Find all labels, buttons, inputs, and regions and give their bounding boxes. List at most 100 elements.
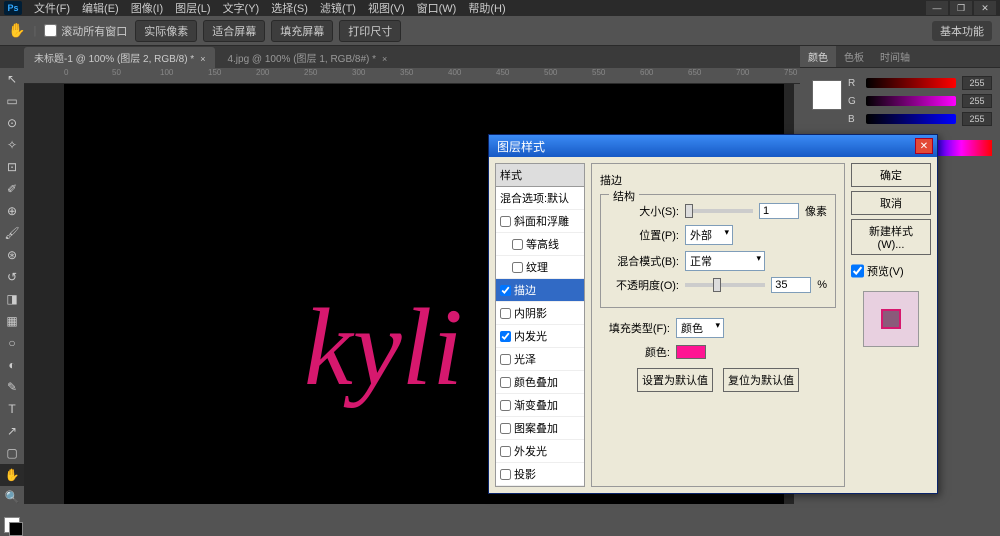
document-tab[interactable]: 未标题-1 @ 100% (图层 2, RGB/8) *× [24,47,215,68]
option-button[interactable]: 填充屏幕 [271,20,333,42]
channel-slider[interactable] [866,96,956,106]
menu-item[interactable]: 文件(F) [28,0,76,16]
workspace-selector[interactable]: 基本功能 [932,21,992,41]
type-tool[interactable]: T [0,398,24,420]
eyedropper-tool[interactable]: ✐ [0,178,24,200]
style-checkbox[interactable] [500,308,511,319]
healing-tool[interactable]: ⊕ [0,200,24,222]
dialog-titlebar[interactable]: 图层样式 ✕ [489,135,937,157]
shape-tool[interactable]: ▢ [0,442,24,464]
panel-tab[interactable]: 色板 [836,46,872,67]
menu-item[interactable]: 文字(Y) [217,0,266,16]
wand-tool[interactable]: ✧ [0,134,24,156]
reset-default-button[interactable]: 复位为默认值 [723,368,799,392]
fill-type-select[interactable]: 颜色 [676,318,724,338]
style-checkbox[interactable] [500,216,511,227]
marquee-tool[interactable]: ▭ [0,90,24,112]
document-tab[interactable]: 4.jpg @ 100% (图层 1, RGB/8#) *× [217,47,397,68]
style-checkbox[interactable] [500,331,511,342]
style-item[interactable]: 内阴影 [496,302,584,325]
menu-item[interactable]: 视图(V) [362,0,411,16]
ok-button[interactable]: 确定 [851,163,931,187]
new-style-button[interactable]: 新建样式(W)... [851,219,931,255]
menu-item[interactable]: 帮助(H) [462,0,511,16]
blend-options-default[interactable]: 混合选项:默认 [496,187,584,210]
window-minimize[interactable]: — [926,1,948,15]
set-default-button[interactable]: 设置为默认值 [637,368,713,392]
preview-checkbox[interactable]: 预览(V) [851,263,931,279]
tab-close-icon[interactable]: × [382,54,387,64]
blur-tool[interactable]: ○ [0,332,24,354]
style-item[interactable]: 描边 [496,279,584,302]
channel-value[interactable]: 255 [962,94,992,108]
channel-value[interactable]: 255 [962,112,992,126]
stroke-color-picker[interactable] [676,345,706,359]
style-item[interactable]: 外发光 [496,440,584,463]
style-item[interactable]: 斜面和浮雕 [496,210,584,233]
tab-close-icon[interactable]: × [200,54,205,64]
menu-item[interactable]: 窗口(W) [411,0,463,16]
brush-tool[interactable]: 🖌 [0,222,24,244]
window-close[interactable]: ✕ [974,1,996,15]
opacity-input[interactable] [771,277,811,293]
zoom-tool[interactable]: 🔍 [0,486,24,508]
style-item[interactable]: 内发光 [496,325,584,348]
crop-tool[interactable]: ⊡ [0,156,24,178]
layer-style-dialog: 图层样式 ✕ 样式 混合选项:默认 斜面和浮雕 等高线 纹理 描边 内阴影 内发… [488,134,938,494]
foreground-background-colors[interactable] [0,514,24,536]
style-checkbox[interactable] [500,377,511,388]
color-swatch[interactable] [812,80,842,110]
style-checkbox[interactable] [500,354,511,365]
color-label: 颜色: [600,344,670,360]
blend-mode-label: 混合模式(B): [609,253,679,269]
channel-slider[interactable] [866,78,956,88]
opacity-slider[interactable] [685,283,765,287]
option-button[interactable]: 实际像素 [135,20,197,42]
style-checkbox[interactable] [500,400,511,411]
stamp-tool[interactable]: ⊛ [0,244,24,266]
dialog-close-button[interactable]: ✕ [915,138,933,154]
style-item[interactable]: 纹理 [496,256,584,279]
style-item[interactable]: 渐变叠加 [496,394,584,417]
channel-value[interactable]: 255 [962,76,992,90]
scroll-all-windows-checkbox[interactable]: 滚动所有窗口 [44,23,127,39]
path-tool[interactable]: ↗ [0,420,24,442]
style-checkbox[interactable] [512,239,523,250]
pen-tool[interactable]: ✎ [0,376,24,398]
style-item[interactable]: 光泽 [496,348,584,371]
window-restore[interactable]: ❐ [950,1,972,15]
menu-item[interactable]: 图层(L) [169,0,216,16]
gradient-tool[interactable]: ▦ [0,310,24,332]
style-label: 外发光 [514,443,547,459]
menu-item[interactable]: 编辑(E) [76,0,125,16]
opacity-label: 不透明度(O): [609,277,679,293]
cancel-button[interactable]: 取消 [851,191,931,215]
panel-tab[interactable]: 时间轴 [872,46,918,67]
size-slider[interactable] [685,209,753,213]
position-select[interactable]: 外部 [685,225,733,245]
eraser-tool[interactable]: ◨ [0,288,24,310]
style-checkbox[interactable] [500,469,511,480]
panel-tab[interactable]: 颜色 [800,46,836,67]
style-checkbox[interactable] [500,446,511,457]
style-item[interactable]: 图案叠加 [496,417,584,440]
dodge-tool[interactable]: ◐ [0,354,24,376]
lasso-tool[interactable]: ⊙ [0,112,24,134]
style-item[interactable]: 颜色叠加 [496,371,584,394]
move-tool[interactable]: ↖ [0,68,24,90]
style-checkbox[interactable] [500,285,511,296]
style-checkbox[interactable] [500,423,511,434]
option-button[interactable]: 打印尺寸 [339,20,401,42]
history-brush-tool[interactable]: ↺ [0,266,24,288]
menu-item[interactable]: 选择(S) [265,0,314,16]
blend-mode-select[interactable]: 正常 [685,251,765,271]
size-input[interactable] [759,203,799,219]
hand-tool[interactable]: ✋ [0,464,24,486]
style-checkbox[interactable] [512,262,523,273]
channel-slider[interactable] [866,114,956,124]
style-item[interactable]: 等高线 [496,233,584,256]
style-item[interactable]: 投影 [496,463,584,486]
menu-item[interactable]: 图像(I) [125,0,169,16]
menu-item[interactable]: 滤镜(T) [314,0,362,16]
option-button[interactable]: 适合屏幕 [203,20,265,42]
